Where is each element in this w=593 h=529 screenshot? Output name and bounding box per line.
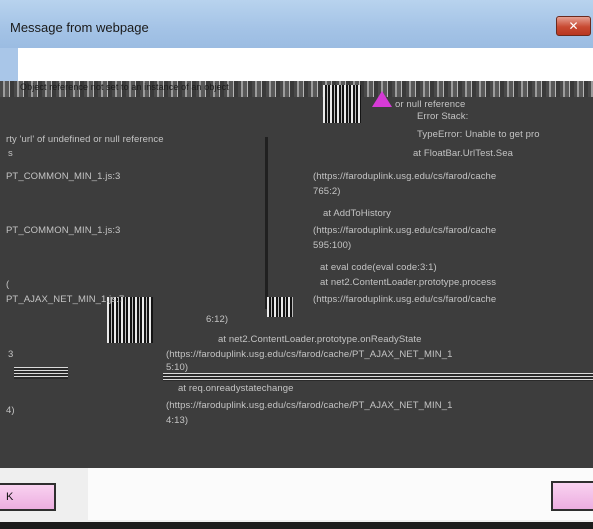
window-border-left	[0, 48, 18, 81]
message-line: at req.onreadystatechange	[178, 383, 294, 394]
message-line: at net2.ContentLoader.prototype.onReadyS…	[218, 334, 422, 345]
glitch-artifact	[267, 297, 293, 317]
message-line: (https://faroduplink.usg.edu/cs/farod/ca…	[166, 349, 453, 360]
message-line: PT_COMMON_MIN_1.js:3	[6, 171, 121, 182]
message-line: 595:100)	[313, 240, 352, 251]
message-line: at eval code(eval code:3:1)	[320, 262, 437, 273]
message-line: 4)	[6, 405, 15, 416]
message-line: 5:10)	[166, 362, 189, 373]
message-header-area	[18, 48, 593, 81]
message-line: 3	[8, 349, 14, 360]
glitch-artifact	[14, 367, 68, 379]
window-title: Message from webpage	[10, 20, 149, 35]
message-line: (https://faroduplink.usg.edu/cs/farod/ca…	[313, 294, 497, 305]
glitch-artifact	[163, 373, 593, 381]
message-line: PT_AJAX_NET_MIN_1.js:7	[6, 294, 125, 305]
window-bottom-edge	[0, 522, 593, 529]
divider-line	[265, 137, 268, 309]
message-line: or null reference	[395, 99, 466, 110]
message-line: (https://faroduplink.usg.edu/cs/farod/ca…	[313, 171, 497, 182]
message-line: (https://faroduplink.usg.edu/cs/farod/ca…	[166, 400, 453, 411]
message-line: at net2.ContentLoader.prototype.process	[320, 277, 497, 288]
close-button[interactable]: ✕	[556, 16, 591, 36]
message-line: PT_COMMON_MIN_1.js:3	[6, 225, 121, 236]
close-icon: ✕	[568, 19, 579, 33]
message-line: at AddToHistory	[323, 208, 392, 219]
message-line: TypeError: Unable to get pro	[417, 129, 540, 140]
message-line: (https://faroduplink.usg.edu/cs/farod/ca…	[313, 225, 497, 236]
footer-panel	[88, 468, 593, 520]
glitch-band: Object reference not set to an instance …	[0, 81, 593, 97]
message-line: at FloatBar.UrlTest.Sea	[413, 148, 513, 159]
message-line: Object reference not set to an instance …	[20, 82, 229, 92]
message-line: 6:12)	[206, 314, 229, 325]
message-content: or null reference Error Stack: rty 'url'…	[0, 85, 593, 468]
message-line: s	[8, 148, 13, 159]
message-line: Error Stack:	[417, 111, 469, 122]
glitch-artifact	[323, 85, 361, 123]
message-line: 765:2)	[313, 186, 341, 197]
secondary-button[interactable]	[551, 481, 593, 511]
message-line: (	[6, 279, 10, 290]
message-line: 4:13)	[166, 415, 189, 426]
warning-icon	[372, 91, 392, 107]
ok-button[interactable]: K	[0, 483, 56, 511]
message-line: rty 'url' of undefined or null reference	[6, 134, 164, 145]
